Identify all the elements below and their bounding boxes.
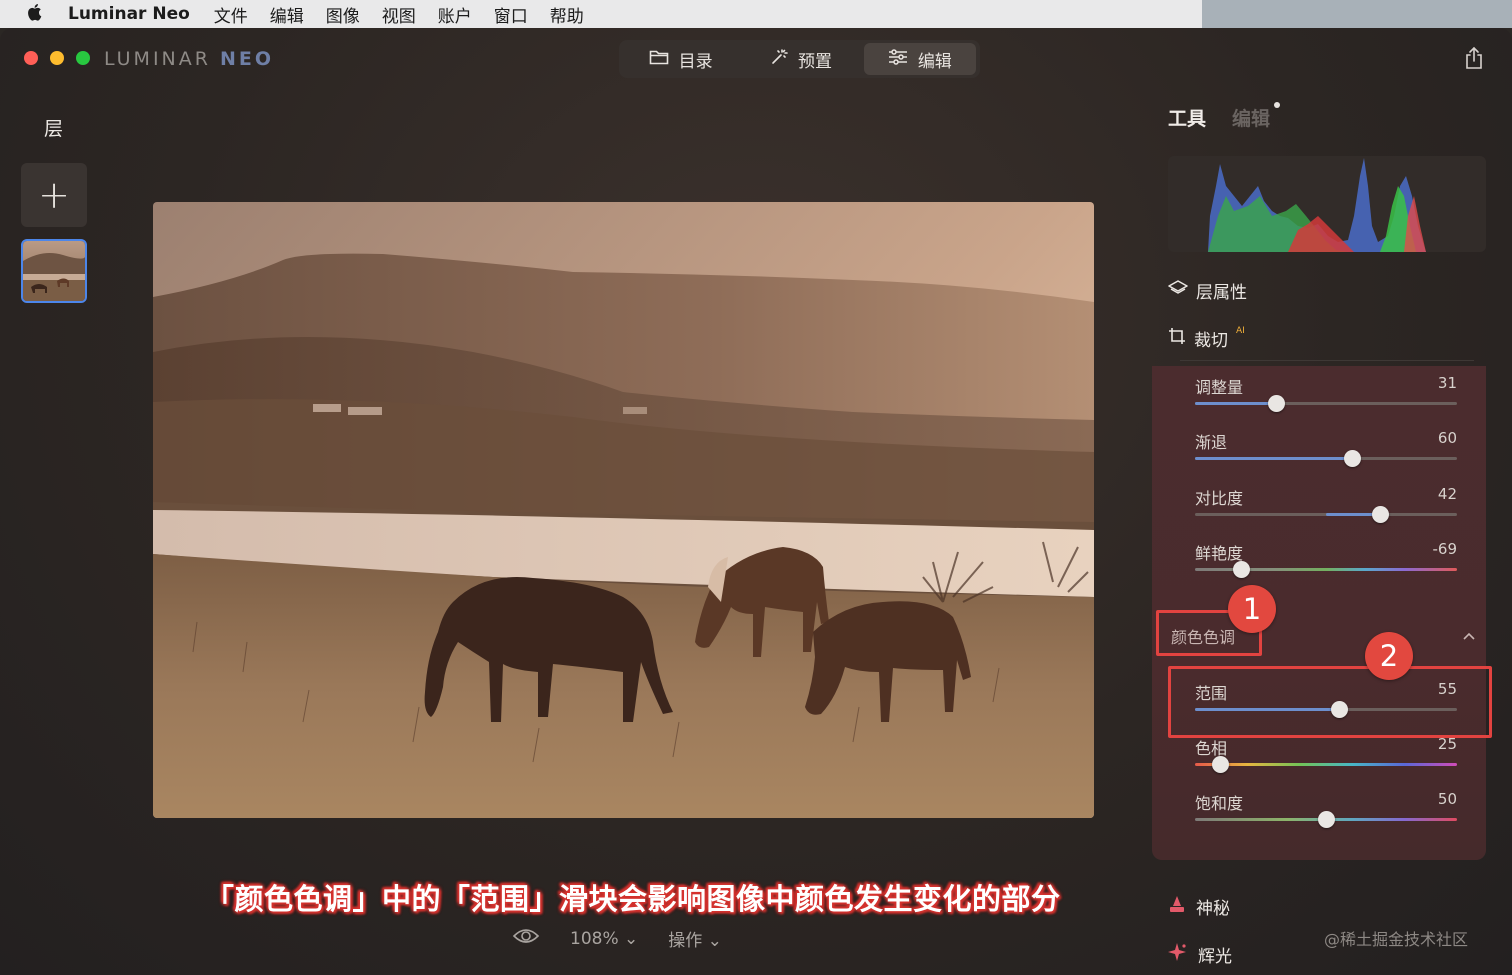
menu-account[interactable]: 账户: [438, 2, 472, 27]
logo-text: LUMINAR: [104, 48, 211, 70]
ai-badge: AI: [1236, 325, 1245, 336]
watermark: @稀土掘金技术社区: [1324, 930, 1469, 949]
slider-fade-knob[interactable]: [1344, 450, 1361, 467]
menu-view[interactable]: 视图: [382, 2, 416, 27]
glow-icon: [1168, 942, 1188, 967]
menu-bar: Luminar Neo 文件 编辑 图像 视图 账户 窗口 帮助: [0, 0, 1512, 28]
slider-contrast-label: 对比度: [1195, 489, 1244, 508]
crop-icon: [1168, 327, 1186, 350]
chevron-down-icon: ⌄: [624, 928, 639, 949]
menubar-status-area: [1202, 0, 1512, 28]
zoom-window-button[interactable]: [76, 51, 90, 65]
slider-vibrance-label: 鲜艳度: [1195, 544, 1244, 563]
layer-properties-label: 层属性: [1196, 283, 1247, 303]
panel-divider: [1180, 360, 1474, 361]
slider-vibrance-knob[interactable]: [1233, 561, 1250, 578]
menu-app-name[interactable]: Luminar Neo: [68, 4, 190, 24]
zoom-level: 108%: [570, 928, 619, 949]
slider-saturation-knob[interactable]: [1318, 811, 1335, 828]
mystical-icon: [1168, 894, 1186, 919]
layers-title: 层: [44, 118, 64, 140]
layers-icon: [1168, 279, 1188, 302]
tool-glow-label: 辉光: [1198, 947, 1232, 967]
crop-item[interactable]: 裁切 AI: [1168, 326, 1245, 351]
slider-contrast-value: 42: [1437, 485, 1457, 503]
slider-fade-value: 60: [1437, 429, 1457, 447]
mode-catalog-button[interactable]: 目录: [623, 43, 738, 75]
edits-indicator-dot: [1274, 102, 1281, 108]
layer-properties-item[interactable]: 层属性: [1168, 278, 1247, 303]
main-photo[interactable]: [153, 202, 1094, 818]
slider-amount-fill: [1195, 402, 1276, 405]
histogram: [1168, 156, 1486, 252]
logo-neo-text: NEO: [220, 48, 275, 70]
slider-amount-value: 31: [1437, 374, 1457, 392]
menu-image[interactable]: 图像: [326, 2, 360, 27]
add-layer-button[interactable]: +: [21, 163, 87, 227]
eye-icon[interactable]: [512, 927, 540, 950]
tab-edits[interactable]: 编辑: [1232, 102, 1281, 131]
plus-icon: +: [38, 173, 70, 217]
close-window-button[interactable]: [24, 51, 38, 65]
share-icon[interactable]: [1464, 46, 1484, 70]
chevron-up-icon[interactable]: [1462, 626, 1476, 640]
annotation-box-2: [1168, 666, 1492, 738]
crop-label: 裁切: [1194, 331, 1228, 351]
actions-dropdown[interactable]: 操作 ⌄: [668, 926, 722, 951]
sliders-icon: [888, 48, 908, 70]
slider-fade-label: 渐退: [1195, 433, 1228, 452]
mode-switcher: 目录 预置 编辑: [619, 40, 980, 78]
slider-amount-label: 调整量: [1195, 378, 1244, 397]
folder-icon: [649, 49, 669, 70]
actions-label: 操作: [668, 931, 703, 951]
app-logo: LUMINAR NEO: [104, 48, 274, 70]
window-controls: [24, 51, 90, 65]
layer-thumbnail[interactable]: [21, 239, 87, 303]
menu-file[interactable]: 文件: [214, 2, 248, 27]
mode-presets-label: 预置: [797, 51, 832, 72]
tool-mystical-label: 神秘: [1196, 899, 1230, 919]
annotation-badge-2: 2: [1365, 632, 1413, 680]
mode-catalog-label: 目录: [678, 51, 713, 72]
slider-hue-knob[interactable]: [1212, 756, 1229, 773]
app-window: LUMINAR NEO 目录 预置 编辑 层 + 「颜色色调」中的「范围」滑块会…: [0, 28, 1512, 975]
minimize-window-button[interactable]: [50, 51, 64, 65]
slider-saturation-value: 50: [1437, 790, 1457, 808]
tab-edits-label: 编辑: [1232, 108, 1271, 130]
slider-fade-fill: [1195, 457, 1352, 460]
viewer-controls: 108% ⌄ 操作 ⌄: [512, 926, 722, 951]
menu-window[interactable]: 窗口: [494, 2, 528, 27]
menu-edit[interactable]: 编辑: [270, 2, 304, 27]
apple-menu-icon[interactable]: [12, 3, 56, 26]
tool-glow[interactable]: 辉光: [1168, 942, 1232, 967]
right-panel-tabs: 工具 编辑: [1168, 102, 1281, 131]
zoom-dropdown[interactable]: 108% ⌄: [570, 929, 638, 949]
mode-edit-label: 编辑: [917, 51, 952, 72]
menu-help[interactable]: 帮助: [550, 2, 584, 27]
mode-presets-button[interactable]: 预置: [742, 43, 859, 75]
mode-edit-button[interactable]: 编辑: [863, 43, 976, 75]
slider-vibrance-value: -69: [1432, 540, 1458, 558]
slider-saturation-label: 饱和度: [1195, 794, 1244, 813]
sparkle-icon: [770, 48, 788, 71]
slider-contrast-knob[interactable]: [1372, 506, 1389, 523]
slider-hue-track[interactable]: [1195, 763, 1457, 766]
tab-tools[interactable]: 工具: [1168, 104, 1206, 131]
annotation-caption: 「颜色色调」中的「范围」滑块会影响图像中颜色发生变化的部分: [205, 882, 1061, 916]
annotation-badge-1: 1: [1228, 585, 1276, 633]
slider-amount-knob[interactable]: [1268, 395, 1285, 412]
tool-mystical[interactable]: 神秘: [1168, 894, 1230, 919]
chevron-down-icon: ⌄: [707, 931, 722, 951]
